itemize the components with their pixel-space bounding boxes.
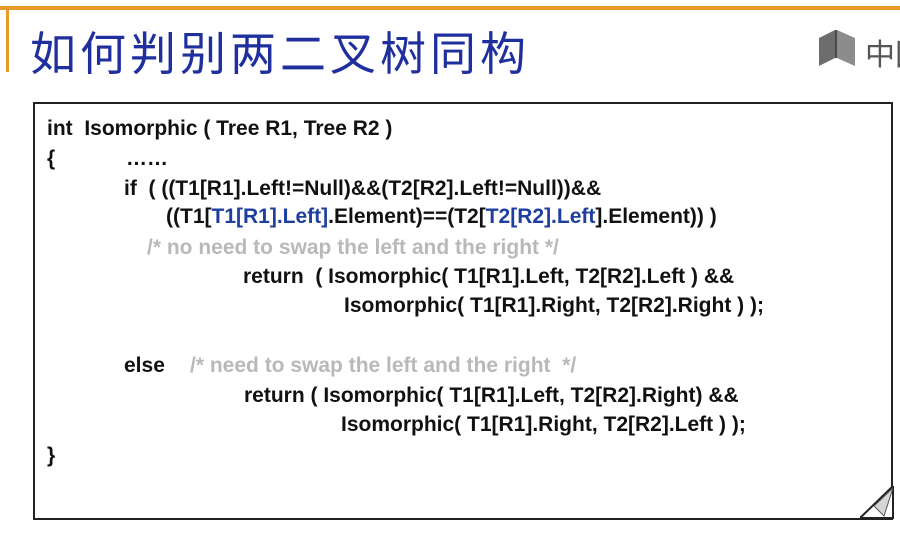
code-segment: .Element)==(T2[ bbox=[328, 205, 486, 228]
code-highlight-segment: T2[R2].Left bbox=[485, 205, 596, 228]
code-line-return-1-cont: Isomorphic( T1[R1].Right, T2[R2].Right )… bbox=[344, 294, 764, 317]
code-segment: ].Element)) ) bbox=[595, 205, 717, 228]
code-highlight-segment: T1[R1].Left] bbox=[211, 205, 329, 228]
page-curl-icon bbox=[860, 486, 894, 519]
book-icon bbox=[819, 30, 855, 66]
code-comment-swap: /* need to swap the left and the right *… bbox=[190, 354, 577, 377]
logo-text: 中国 bbox=[865, 38, 900, 70]
code-line-return-1: return ( Isomorphic( T1[R1].Left, T2[R2]… bbox=[243, 265, 735, 288]
code-else-keyword: else bbox=[124, 354, 165, 377]
code-open-brace: { bbox=[47, 147, 56, 170]
code-line-signature: int Isomorphic ( Tree R1, Tree R2 ) bbox=[47, 117, 393, 140]
left-accent-rule bbox=[6, 10, 9, 72]
code-ellipsis: …… bbox=[126, 147, 168, 170]
code-line-return-2: return ( Isomorphic( T1[R1].Left, T2[R2]… bbox=[244, 384, 739, 407]
code-line-return-2-cont: Isomorphic( T1[R1].Right, T2[R2].Left ) … bbox=[341, 413, 746, 436]
code-comment-no-swap: /* no need to swap the left and the righ… bbox=[147, 236, 559, 259]
code-line-condition: ((T1[T1[R1].Left].Element)==(T2[T2[R2].L… bbox=[166, 205, 717, 229]
logo: 中国 bbox=[815, 26, 900, 70]
code-close-brace: } bbox=[47, 444, 56, 467]
slide-title: 如何判别两二叉树同构 bbox=[30, 27, 530, 81]
code-segment: ((T1[ bbox=[166, 205, 212, 228]
top-accent-rule bbox=[0, 6, 900, 10]
code-line-if: if ( ((T1[R1].Left!=Null)&&(T2[R2].Left!… bbox=[124, 177, 602, 200]
